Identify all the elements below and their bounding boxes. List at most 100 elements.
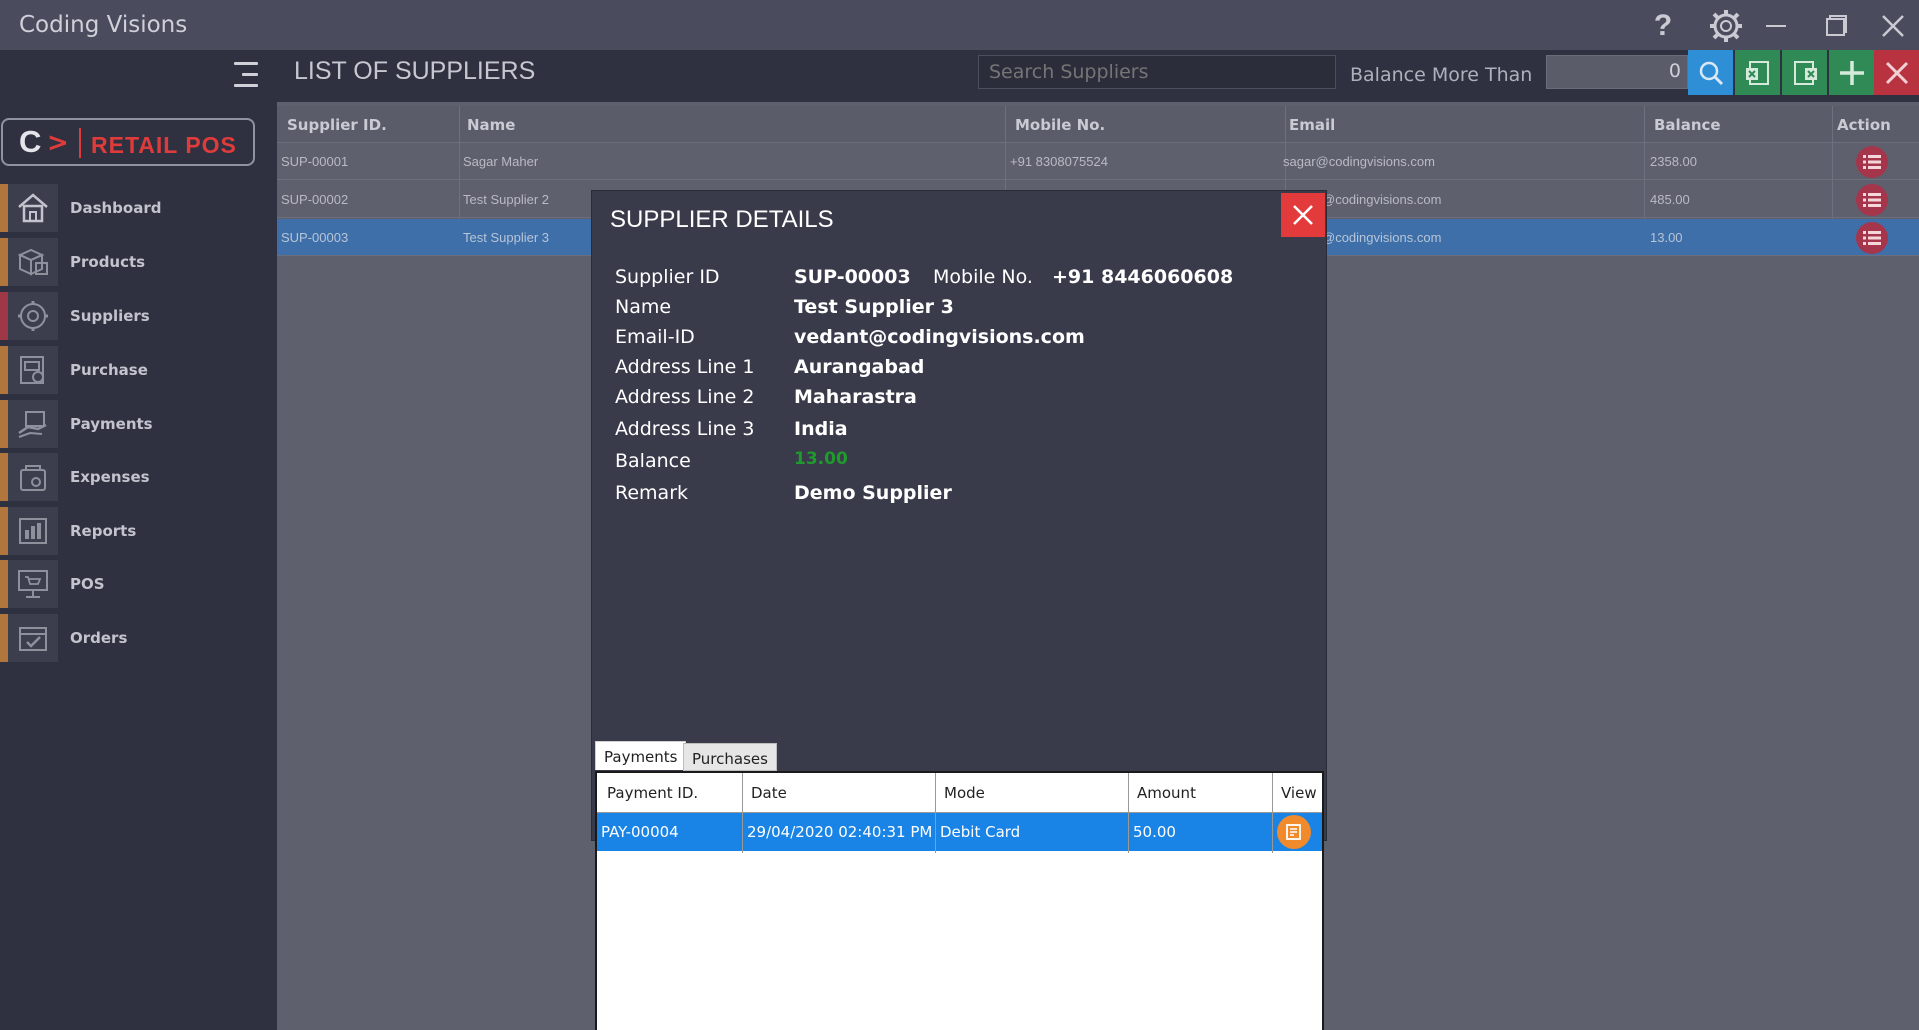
grid-header: Payment ID. Date Mode Amount View (597, 773, 1322, 813)
dialog-title: SUPPLIER DETAILS (610, 206, 834, 233)
cell-email: @codingvisions.com (1322, 192, 1442, 207)
label-balance: Balance (615, 450, 691, 472)
sidebar-item-suppliers[interactable]: Suppliers (0, 292, 277, 342)
cell-name: Test Supplier 2 (463, 192, 549, 207)
pos-icon (8, 560, 58, 608)
label-address-line-1: Address Line 1 (615, 356, 755, 378)
list-icon (1863, 155, 1881, 169)
home-icon (8, 184, 58, 232)
row-action-button[interactable] (1856, 184, 1888, 216)
column-header: Email (1289, 116, 1336, 134)
grid-row-selected[interactable]: PAY-00004 29/04/2020 02:40:31 PM Debit C… (597, 813, 1322, 851)
tab-payments[interactable]: Payments (595, 741, 687, 770)
table-header: Supplier ID. Name Mobile No. Email Balan… (277, 106, 1919, 143)
column-header: Date (751, 784, 787, 802)
payments-icon (8, 400, 58, 448)
sidebar-item-label: Suppliers (70, 307, 150, 325)
orders-icon (8, 614, 58, 662)
receipt-icon (1286, 824, 1301, 840)
sidebar-item-label: Payments (70, 415, 153, 433)
app-window: Coding Visions ? C > RETAIL POS Dashboar… (0, 0, 1919, 1030)
sidebar-item-label: Products (70, 253, 146, 271)
suppliers-icon (8, 292, 58, 340)
settings-gear-icon[interactable] (1708, 8, 1744, 44)
value-email: vedant@codingvisions.com (794, 326, 1085, 348)
sidebar-item-orders[interactable]: Orders (0, 614, 277, 664)
sidebar: C > RETAIL POS Dashboard Products Suppli (0, 50, 277, 1030)
import-excel-icon (1745, 60, 1769, 85)
cell-email: @codingvisions.com (1322, 230, 1442, 245)
column-header: Amount (1137, 784, 1196, 802)
purchase-icon (8, 346, 58, 394)
row-action-button[interactable] (1856, 146, 1888, 178)
tab-purchases[interactable]: Purchases (683, 743, 777, 771)
label-supplier-id: Supplier ID (615, 266, 720, 288)
list-icon (1863, 231, 1881, 245)
import-button[interactable] (1735, 50, 1780, 95)
cell-mode: Debit Card (940, 823, 1021, 841)
cell-supplier-id: SUP-00001 (281, 154, 349, 169)
cell-supplier-id: SUP-00003 (281, 230, 349, 245)
label-name: Name (615, 296, 672, 318)
column-header: Payment ID. (607, 784, 699, 802)
export-excel-icon (1793, 60, 1817, 85)
sidebar-item-label: POS (70, 575, 105, 593)
search-button[interactable] (1688, 50, 1733, 95)
add-supplier-button[interactable] (1829, 50, 1874, 95)
value-address-line-3: India (794, 418, 848, 440)
close-icon (1885, 61, 1908, 84)
label-mobile: Mobile No. (933, 266, 1033, 288)
logo-text: RETAIL POS (91, 132, 237, 158)
value-name: Test Supplier 3 (794, 296, 954, 318)
sidebar-item-payments[interactable]: Payments (0, 400, 277, 450)
column-header: Supplier ID. (287, 116, 387, 134)
column-header: Mobile No. (1015, 116, 1106, 134)
sidebar-item-purchase[interactable]: Purchase (0, 346, 277, 396)
cell-date: 29/04/2020 02:40:31 PM (747, 823, 933, 841)
dialog-close-button[interactable] (1281, 193, 1325, 237)
sidebar-item-label: Expenses (70, 468, 150, 486)
app-logo: C > RETAIL POS (1, 118, 255, 166)
balance-filter-input[interactable]: 0 (1546, 55, 1688, 89)
cell-name: Test Supplier 3 (463, 230, 549, 245)
cell-name: Sagar Maher (463, 154, 539, 169)
reports-icon (8, 507, 58, 555)
sidebar-item-dashboard[interactable]: Dashboard (0, 184, 277, 234)
maximize-icon[interactable] (1818, 8, 1854, 44)
sidebar-item-reports[interactable]: Reports (0, 507, 277, 557)
title-bar: Coding Visions ? (0, 0, 1919, 50)
table-row[interactable]: SUP-00001 Sagar Maher +91 8308075524 sag… (277, 143, 1919, 180)
page-title: LIST OF SUPPLIERS (294, 57, 536, 85)
label-email: Email-ID (615, 326, 695, 348)
column-header: Mode (944, 784, 985, 802)
search-input[interactable] (978, 55, 1336, 89)
logo-letter: C (19, 124, 42, 159)
label-address-line-3: Address Line 3 (615, 418, 755, 440)
app-title: Coding Visions (19, 12, 188, 38)
cell-supplier-id: SUP-00002 (281, 192, 349, 207)
close-icon (1293, 205, 1313, 225)
value-remark: Demo Supplier (794, 482, 952, 504)
view-payment-button[interactable] (1277, 815, 1311, 849)
cell-email: sagar@codingvisions.com (1283, 154, 1435, 169)
hamburger-menu-icon[interactable] (234, 60, 262, 90)
label-address-line-2: Address Line 2 (615, 386, 755, 408)
sidebar-item-pos[interactable]: POS (0, 560, 277, 610)
cell-balance: 13.00 (1650, 230, 1683, 245)
sidebar-item-label: Dashboard (70, 199, 162, 217)
close-window-icon[interactable] (1875, 8, 1911, 44)
wallet-icon (8, 453, 58, 501)
cell-balance: 485.00 (1650, 192, 1690, 207)
value-mobile: +91 8446060608 (1052, 266, 1234, 288)
sidebar-item-products[interactable]: Products (0, 238, 277, 288)
column-header: Name (467, 116, 516, 134)
row-action-button[interactable] (1856, 222, 1888, 254)
delete-supplier-button[interactable] (1874, 50, 1919, 95)
export-button[interactable] (1782, 50, 1827, 95)
help-icon[interactable]: ? (1645, 8, 1681, 44)
sidebar-item-expenses[interactable]: Expenses (0, 453, 277, 503)
sidebar-item-label: Orders (70, 629, 128, 647)
boxes-icon (8, 238, 58, 286)
minimize-icon[interactable] (1758, 8, 1794, 44)
column-header: Action (1837, 116, 1891, 134)
